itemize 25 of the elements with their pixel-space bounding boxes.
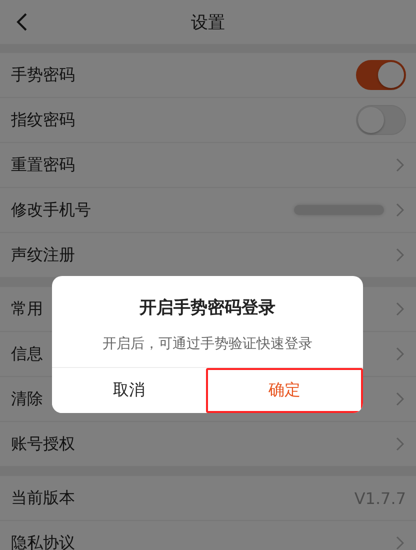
row-label: 隐私协议: [11, 532, 75, 550]
chevron-icon: [396, 158, 404, 172]
confirm-button[interactable]: 确定: [206, 368, 363, 413]
back-icon[interactable]: [16, 12, 28, 32]
dialog-message: 开启后，可通过手势验证快速登录: [102, 335, 312, 354]
chevron-icon: [396, 248, 404, 262]
row-label: 声纹注册: [11, 244, 75, 266]
chevron-icon: [396, 203, 404, 217]
row-label: 当前版本: [11, 488, 75, 508]
chevron-icon: [396, 437, 404, 451]
row-label: 常用: [11, 298, 43, 320]
chevron-icon: [396, 392, 404, 406]
dialog-title: 开启手势密码登录: [140, 297, 276, 319]
chevron-icon: [396, 302, 404, 316]
chevron-icon: [396, 347, 404, 361]
row-label: 重置密码: [11, 154, 75, 176]
row-label: 清除: [11, 388, 43, 410]
row-label: 修改手机号: [11, 200, 91, 220]
page-title: 设置: [191, 12, 225, 34]
row-label: 手势密码: [11, 64, 75, 86]
row-label: 信息: [11, 344, 43, 364]
chevron-icon: [396, 536, 404, 550]
row-label: 指纹密码: [11, 110, 75, 130]
row-label: 账号授权: [11, 434, 75, 454]
toggle-switch[interactable]: [356, 60, 406, 90]
